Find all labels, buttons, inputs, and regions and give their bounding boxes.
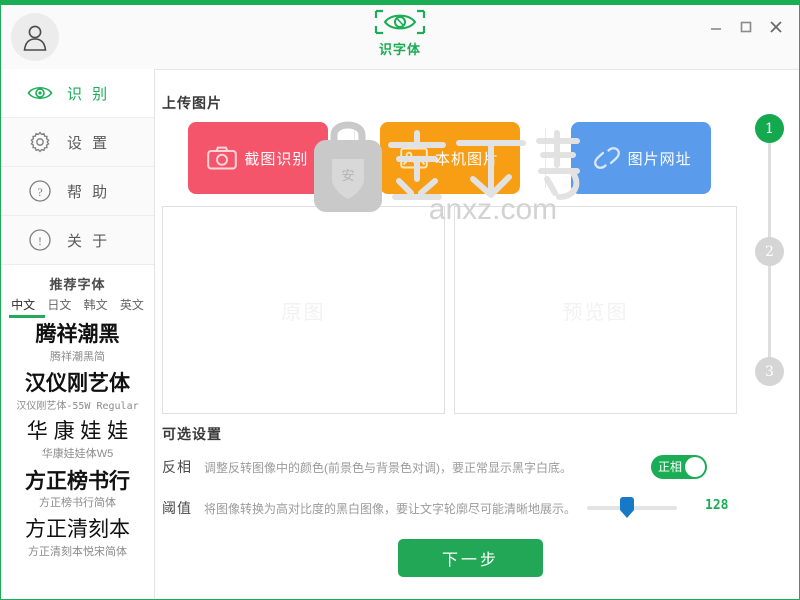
list-item[interactable]: 汉仪刚艺体 汉仪刚艺体-55W Regular	[1, 371, 154, 412]
slider-track[interactable]	[587, 497, 677, 518]
font-name: 方正榜书行简体	[39, 497, 116, 509]
step-indicator: 1 2 3	[752, 112, 786, 402]
local-image-button[interactable]: 本机图片	[379, 122, 520, 194]
font-language-tabs: 中文 日文 韩文 英文	[1, 296, 154, 318]
original-image-placeholder: 原图	[281, 299, 326, 324]
eye-bracket-logo-icon	[340, 8, 460, 38]
active-tab-indicator	[9, 315, 45, 318]
tab-english[interactable]: 英文	[118, 296, 146, 313]
sidebar-item-label: 识 别	[67, 85, 111, 103]
avatar[interactable]	[11, 13, 59, 61]
exclamation-circle-icon: !	[27, 227, 53, 253]
close-icon	[770, 21, 782, 33]
step-2[interactable]: 2	[755, 237, 784, 266]
tab-korean[interactable]: 韩文	[82, 296, 110, 313]
upload-cell: 本机图片	[353, 122, 546, 194]
font-name: 汉仪刚艺体-55W Regular	[16, 401, 139, 412]
minimize-icon	[711, 28, 721, 30]
eye-icon	[27, 80, 53, 106]
maximize-button[interactable]	[733, 15, 759, 39]
font-sample: 汉仪刚艺体	[25, 372, 130, 395]
minimize-button[interactable]	[703, 15, 729, 39]
app-window: 识字体 识 别 设 置 ? 帮 助 ! 关 于 推荐字体 中文 日文 韩文 英文…	[0, 0, 800, 600]
image-url-button[interactable]: 图片网址	[571, 122, 712, 194]
threshold-value: 128	[705, 498, 729, 513]
image-panels: 原图 预览图	[162, 206, 737, 414]
screenshot-recognize-button[interactable]: 截图识别	[187, 122, 328, 194]
sidebar: 识 别 设 置 ? 帮 助 ! 关 于 推荐字体 中文 日文 韩文 英文 腾祥潮…	[1, 69, 155, 599]
sidebar-item-about[interactable]: ! 关 于	[1, 216, 154, 265]
preview-image-panel[interactable]: 预览图	[454, 206, 737, 414]
threshold-description: 将图像转换为高对比度的黑白图像，要让文字轮廓尽可能清晰地展示。	[204, 501, 577, 516]
font-sample: 方正清刻本	[25, 517, 130, 541]
title-bar: 识字体	[1, 5, 799, 70]
svg-text:?: ?	[37, 185, 42, 199]
invert-toggle-label: 正相	[658, 460, 683, 474]
upload-section-title: 上传图片	[162, 95, 222, 111]
font-name: 腾祥潮黑简	[50, 351, 105, 363]
slider-handle[interactable]	[620, 497, 634, 518]
sidebar-item-settings[interactable]: 设 置	[1, 118, 154, 167]
sidebar-item-label: 关 于	[67, 232, 111, 250]
sidebar-item-label: 帮 助	[67, 183, 111, 201]
invert-toggle[interactable]: 正相	[651, 455, 707, 479]
maximize-icon	[740, 21, 752, 33]
upload-button-label: 截图识别	[244, 150, 309, 168]
invert-description: 调整反转图像中的颜色(前景色与背景色对调)，要正常显示黑字白底。	[204, 460, 572, 475]
font-sample: 华 康 娃 娃	[26, 420, 129, 443]
link-icon	[591, 145, 621, 171]
tab-chinese[interactable]: 中文	[9, 296, 37, 313]
list-item[interactable]: 方正榜书行 方正榜书行简体	[1, 468, 154, 510]
threshold-label: 阈值	[162, 500, 192, 516]
main-content: 上传图片 截图识别 本机图片 图片网址 原图 预览图 安 anxz.com 可选…	[156, 69, 798, 598]
font-name: 华康娃娃体W5	[41, 448, 114, 460]
sidebar-item-help[interactable]: ? 帮 助	[1, 167, 154, 216]
font-sample: 腾祥潮黑	[35, 323, 120, 346]
toggle-knob	[685, 457, 705, 477]
threshold-slider[interactable]: 128	[587, 497, 737, 518]
invert-option-row: 反相 调整反转图像中的颜色(前景色与背景色对调)，要正常显示黑字白底。 正相	[162, 452, 737, 482]
sidebar-item-label: 设 置	[67, 134, 111, 152]
app-logo: 识字体	[340, 8, 460, 58]
picture-icon	[400, 146, 428, 170]
next-step-button[interactable]: 下一步	[398, 539, 543, 577]
step-3[interactable]: 3	[755, 357, 784, 386]
upload-cell: 截图识别	[162, 122, 354, 194]
upload-buttons-row: 截图识别 本机图片 图片网址	[162, 122, 737, 194]
step-1[interactable]: 1	[755, 114, 784, 143]
tab-japanese[interactable]: 日文	[45, 296, 73, 313]
gear-icon	[27, 129, 53, 155]
font-name: 方正清刻本悦宋简体	[28, 546, 127, 558]
user-icon	[23, 25, 47, 51]
question-circle-icon: ?	[27, 178, 53, 204]
font-list: 腾祥潮黑 腾祥潮黑简 汉仪刚艺体 汉仪刚艺体-55W Regular 华 康 娃…	[1, 316, 154, 559]
list-item[interactable]: 华 康 娃 娃 华康娃娃体W5	[1, 419, 154, 461]
options-section-title: 可选设置	[162, 426, 222, 442]
camera-icon	[207, 146, 238, 170]
preview-image-placeholder: 预览图	[562, 299, 629, 324]
invert-label: 反相	[162, 459, 192, 475]
window-controls	[703, 15, 789, 39]
app-name: 识字体	[378, 42, 421, 57]
close-button[interactable]	[763, 15, 789, 39]
sidebar-item-recognize[interactable]: 识 别	[1, 69, 154, 118]
list-item[interactable]: 腾祥潮黑 腾祥潮黑简	[1, 322, 154, 364]
original-image-panel[interactable]: 原图	[162, 206, 445, 414]
recommended-fonts-header: 推荐字体	[49, 277, 106, 292]
upload-button-label: 本机图片	[434, 150, 499, 168]
svg-text:!: !	[38, 234, 42, 248]
font-sample: 方正榜书行	[25, 468, 130, 493]
list-item[interactable]: 方正清刻本 方正清刻本悦宋简体	[1, 517, 154, 559]
threshold-option-row: 阈值 将图像转换为高对比度的黑白图像，要让文字轮廓尽可能清晰地展示。 128	[162, 493, 737, 523]
upload-cell: 图片网址	[545, 122, 737, 194]
upload-button-label: 图片网址	[627, 150, 692, 168]
